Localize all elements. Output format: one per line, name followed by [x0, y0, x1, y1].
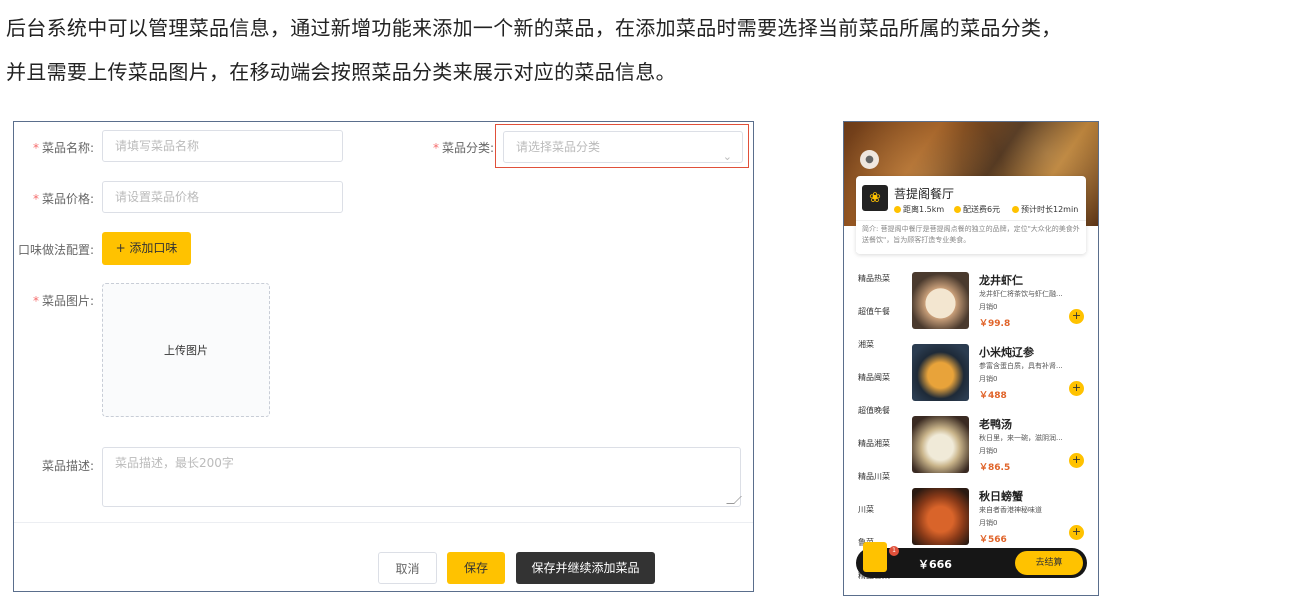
- checkout-button[interactable]: 去结算: [1015, 551, 1083, 575]
- dish-photo: [912, 416, 969, 473]
- category-item[interactable]: 精品湘菜: [844, 427, 904, 460]
- cart-icon[interactable]: [863, 542, 887, 572]
- add-dish-button[interactable]: +: [1069, 453, 1084, 468]
- dish-price: ￥488: [979, 391, 1007, 401]
- shop-logo-icon: ❀: [862, 185, 888, 211]
- dish-item[interactable]: 老鸭汤 秋日里，来一碗，滋阴润... 月销0 ￥86.5 +: [912, 416, 1092, 478]
- dish-category-label: * 菜品分类:: [432, 141, 494, 155]
- dish-category-select[interactable]: 请选择菜品分类 ⌄: [503, 131, 743, 163]
- add-dish-button[interactable]: +: [1069, 525, 1084, 540]
- chevron-down-icon: ⌄: [722, 150, 732, 163]
- dish-photo: [912, 488, 969, 545]
- dish-desc-label: 菜品描述:: [41, 459, 94, 473]
- image-upload-area[interactable]: 上传图片: [102, 283, 270, 417]
- dish-sales: 月销0: [979, 519, 998, 527]
- intro-line-1: 后台系统中可以管理菜品信息，通过新增功能来添加一个新的菜品，在添加菜品时需要选择…: [6, 16, 1062, 40]
- dish-item[interactable]: 小米炖辽参 参富含蛋白质，具有补肾... 月销0 ￥488 +: [912, 344, 1092, 406]
- dish-price: ￥566: [979, 535, 1007, 545]
- dish-desc: 来自者香港神秘味道: [979, 506, 1042, 514]
- cancel-button[interactable]: 取消: [378, 552, 437, 584]
- dish-price: ￥99.8: [979, 319, 1011, 329]
- category-item[interactable]: 精品热菜: [844, 262, 904, 295]
- add-dish-button[interactable]: +: [1069, 309, 1084, 324]
- intro-text: 后台系统中可以管理菜品信息，通过新增功能来添加一个新的菜品，在添加菜品时需要选择…: [6, 6, 1306, 94]
- category-item[interactable]: 精品川菜: [844, 460, 904, 493]
- dish-name-label: * 菜品名称:: [32, 141, 94, 155]
- dish-item[interactable]: 秋日螃蟹 来自者香港神秘味道 月销0 ￥566 +: [912, 488, 1092, 550]
- desc-placeholder: 菜品描述，最长200字: [115, 456, 234, 470]
- dish-form-panel: * 菜品名称: 请填写菜品名称 * 菜品分类: 请选择菜品分类 ⌄ * 菜品价格: 请…: [13, 121, 754, 592]
- resize-grip-icon[interactable]: [726, 496, 742, 504]
- cart-total: ￥666: [918, 558, 952, 571]
- category-item[interactable]: 超值晚餐: [844, 394, 904, 427]
- add-dish-button[interactable]: +: [1069, 381, 1084, 396]
- dish-name-input[interactable]: 请填写菜品名称: [102, 130, 343, 162]
- dish-price-label: * 菜品价格:: [32, 192, 94, 206]
- dish-item[interactable]: 龙井虾仁 龙井虾仁将茶饮与虾仁融... 月销0 ￥99.8 +: [912, 272, 1092, 334]
- dish-desc-textarea[interactable]: 菜品描述，最长200字: [102, 447, 742, 507]
- category-item[interactable]: 超值午餐: [844, 295, 904, 328]
- flavor-label: 口味做法配置:: [17, 243, 94, 257]
- dish-name: 老鸭汤: [979, 418, 1012, 431]
- upload-text: 上传图片: [164, 344, 208, 357]
- category-item[interactable]: 川菜: [844, 493, 904, 526]
- user-avatar-icon[interactable]: ●: [860, 150, 879, 169]
- save-and-continue-button[interactable]: 保存并继续添加菜品: [516, 552, 655, 584]
- clock-icon: [1012, 206, 1019, 213]
- dish-photo: [912, 272, 969, 329]
- shop-name: 菩提阁餐厅: [894, 187, 955, 201]
- cart-bar: 1 ￥666 去结算: [856, 542, 1087, 578]
- shop-intro: 简介: 菩提阁中餐厅是菩提阁点餐的独立的品牌，定位"大众化的美食外送餐饮"，旨为…: [856, 220, 1086, 252]
- delivery-icon: [954, 206, 961, 213]
- dish-name: 龙井虾仁: [979, 274, 1023, 287]
- dish-desc: 龙井虾仁将茶饮与虾仁融...: [979, 290, 1063, 298]
- save-button[interactable]: 保存: [447, 552, 505, 584]
- dish-sales: 月销0: [979, 447, 998, 455]
- dish-price: ￥86.5: [979, 463, 1011, 473]
- category-placeholder: 请选择菜品分类: [516, 140, 601, 154]
- add-flavor-button[interactable]: + 添加口味: [102, 232, 191, 265]
- dish-image-label: * 菜品图片:: [32, 294, 94, 308]
- intro-line-2: 并且需要上传菜品图片，在移动端会按照菜品分类来展示对应的菜品信息。: [6, 60, 676, 84]
- mobile-preview: ● ❀ 菩提阁餐厅 距离1.5km 配送费6元 预计时长12min 简介: 菩提…: [843, 121, 1099, 596]
- category-item[interactable]: 湘菜: [844, 328, 904, 361]
- dish-photo: [912, 344, 969, 401]
- dish-name: 秋日螃蟹: [979, 490, 1023, 503]
- dish-sales: 月销0: [979, 303, 998, 311]
- dish-desc: 参富含蛋白质，具有补肾...: [979, 362, 1063, 370]
- dish-sales: 月销0: [979, 375, 998, 383]
- cart-count-badge: 1: [889, 546, 899, 556]
- dish-price-input[interactable]: 请设置菜品价格: [102, 181, 343, 213]
- footer-divider: [14, 522, 753, 523]
- shop-distance: 距离1.5km: [894, 204, 944, 215]
- location-icon: [894, 206, 901, 213]
- shop-delivery-fee: 配送费6元: [954, 204, 1000, 215]
- category-item[interactable]: 精品闽菜: [844, 361, 904, 394]
- dish-name: 小米炖辽参: [979, 346, 1034, 359]
- shop-delivery-time: 预计时长12min: [1012, 204, 1078, 215]
- dish-desc: 秋日里，来一碗，滋阴润...: [979, 434, 1063, 442]
